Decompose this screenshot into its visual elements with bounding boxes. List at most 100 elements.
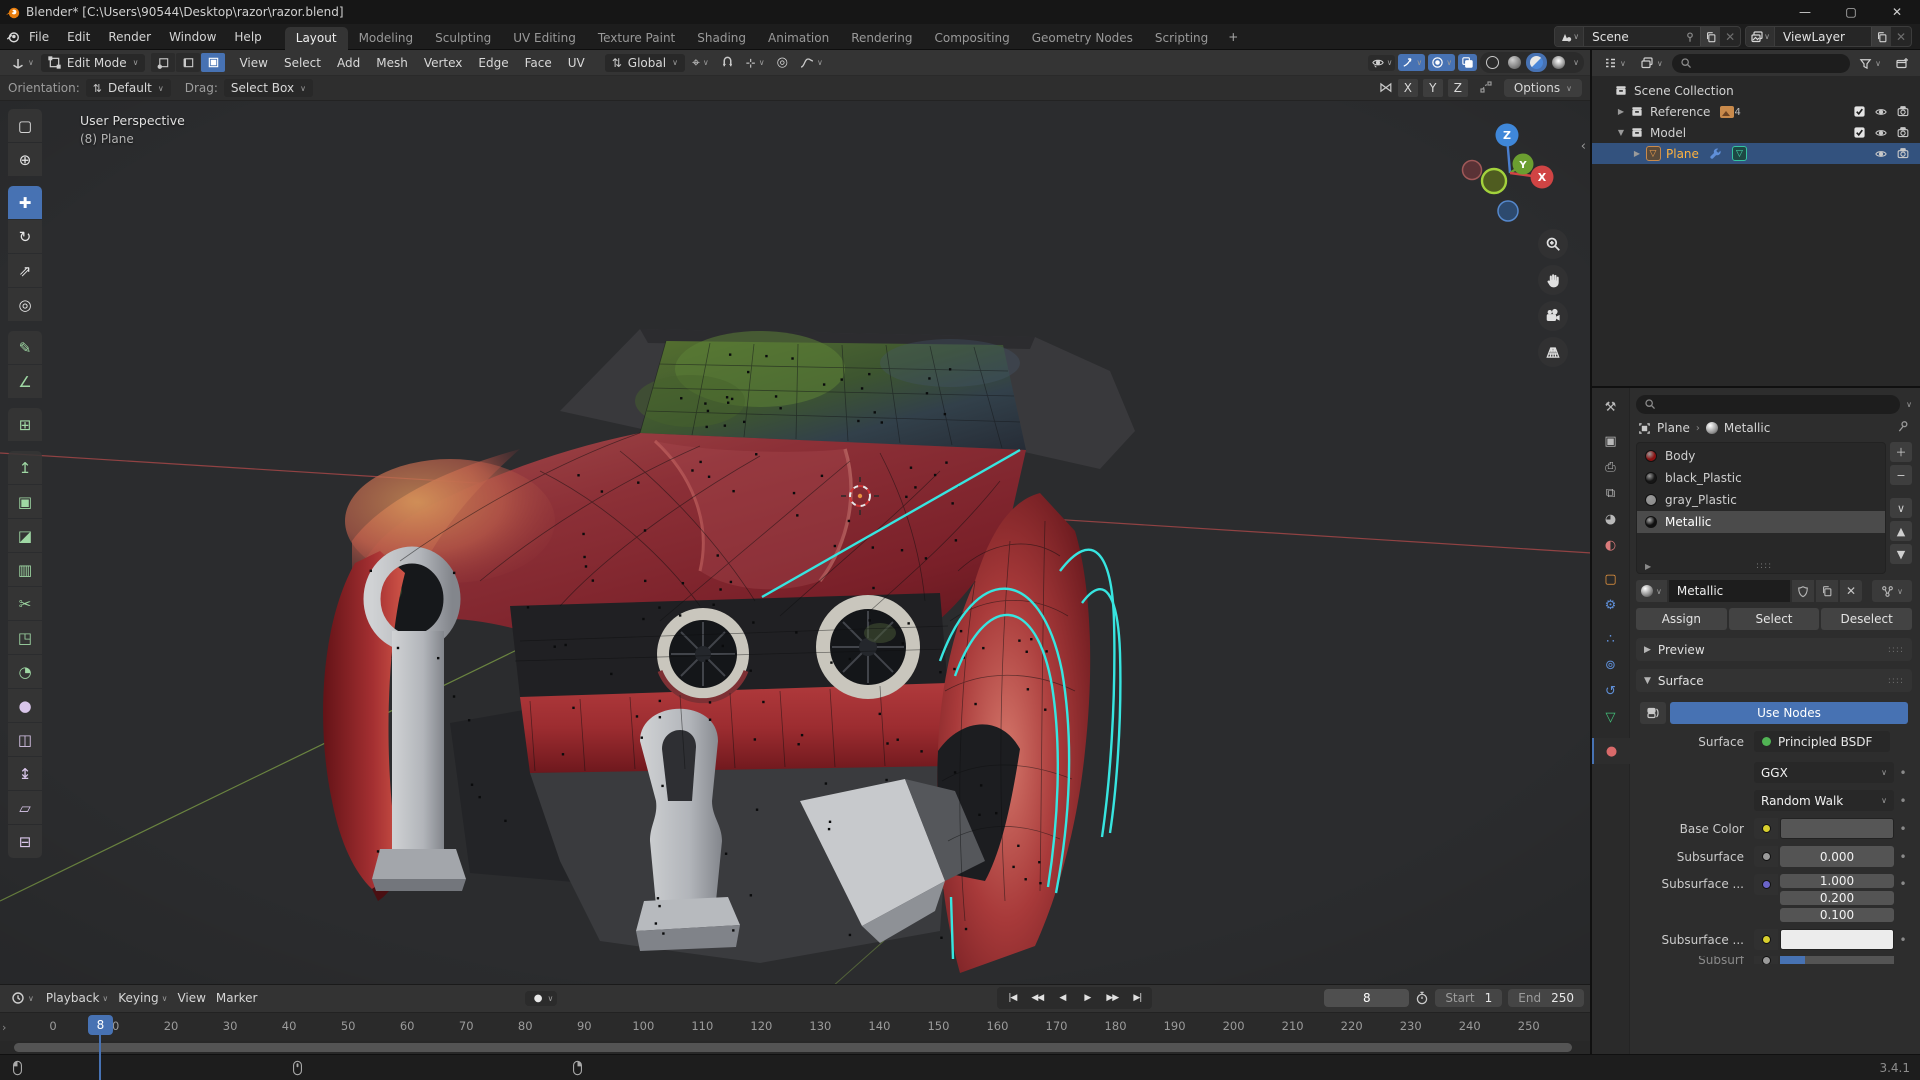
- material-slot-black_plastic[interactable]: black_Plastic: [1637, 467, 1885, 489]
- tool-shear[interactable]: ▱: [8, 791, 42, 824]
- camera-view-button[interactable]: [1538, 301, 1568, 331]
- tool-measure[interactable]: ∠: [8, 365, 42, 398]
- new-scene-button[interactable]: [1700, 27, 1720, 46]
- add-slot-button[interactable]: ＋: [1890, 442, 1912, 462]
- workspace-tab-scripting[interactable]: Scripting: [1144, 27, 1219, 50]
- workspace-tab-uv-editing[interactable]: UV Editing: [502, 27, 587, 50]
- timeline-scrollbar[interactable]: [0, 1041, 1590, 1054]
- check-toggle[interactable]: [1848, 105, 1870, 118]
- vector-slider[interactable]: 0.200: [1780, 891, 1894, 905]
- mirror-icon[interactable]: ⋈: [1379, 80, 1393, 96]
- viewport-menu-add[interactable]: Add: [329, 56, 368, 70]
- outliner-filter-button[interactable]: ∨: [1854, 55, 1886, 72]
- material-slot-gray_plastic[interactable]: gray_Plastic: [1637, 489, 1885, 511]
- eye-toggle[interactable]: [1870, 148, 1892, 160]
- new-collection-button[interactable]: [1890, 54, 1914, 72]
- expand-icon[interactable]: ▶: [1614, 107, 1628, 116]
- tool-annotate[interactable]: ✎: [8, 331, 42, 364]
- material-slot-body[interactable]: Body: [1637, 445, 1885, 467]
- socket-button[interactable]: [1754, 929, 1778, 950]
- outliner-row-plane[interactable]: ▶▽Plane▽: [1592, 143, 1920, 164]
- workspace-tab-rendering[interactable]: Rendering: [840, 27, 923, 50]
- orientation-setting-dropdown[interactable]: ⇅Default∨: [86, 79, 171, 97]
- eye-toggle[interactable]: [1870, 106, 1892, 118]
- viewport-canvas[interactable]: User Perspective (8) Plane ▢⊕✚↻⇗◎✎∠⊞↥▣◪▥…: [0, 101, 1590, 984]
- slot-move-down-button[interactable]: ▼: [1890, 544, 1912, 564]
- timeline-editor-type-button[interactable]: ∨: [6, 989, 39, 1007]
- prev-key-button[interactable]: ◀◀: [1025, 989, 1049, 1007]
- outliner-editor-type-button[interactable]: ∨: [1598, 54, 1631, 72]
- viewport-menu-vertex[interactable]: Vertex: [416, 56, 471, 70]
- viewport-menu-uv[interactable]: UV: [560, 56, 593, 70]
- tool-move[interactable]: ✚: [8, 186, 42, 219]
- animate-dot[interactable]: •: [1894, 822, 1912, 836]
- gizmo-axis-negz[interactable]: [1498, 201, 1518, 221]
- deselect-button[interactable]: Deselect: [1821, 608, 1912, 630]
- tool-knife[interactable]: ✂: [8, 587, 42, 620]
- eye-toggle[interactable]: [1870, 127, 1892, 139]
- edge-select-button[interactable]: [176, 53, 200, 72]
- keying-set-dropdown[interactable]: ∨: [547, 994, 553, 1003]
- new-viewlayer-button[interactable]: [1871, 27, 1891, 46]
- tool-shrink-fatten[interactable]: ↨: [8, 757, 42, 790]
- stopwatch-icon[interactable]: [1415, 991, 1429, 1005]
- viewport-menu-select[interactable]: Select: [276, 56, 329, 70]
- camera-toggle[interactable]: [1892, 105, 1914, 118]
- timeline-ruler[interactable]: › 8 010203040506070809010011012013014015…: [0, 1012, 1590, 1042]
- pin-scene-icon[interactable]: [1680, 27, 1700, 46]
- next-key-button[interactable]: ▶▶: [1100, 989, 1124, 1007]
- timeline-menu-view[interactable]: View: [172, 989, 210, 1007]
- tool-poly-build[interactable]: ◳: [8, 621, 42, 654]
- menu-window[interactable]: Window: [160, 24, 225, 50]
- frame-start-field[interactable]: Start1: [1435, 989, 1502, 1007]
- distribution-dropdown[interactable]: GGX∨: [1754, 762, 1894, 783]
- socket-button[interactable]: [1754, 818, 1778, 839]
- outliner-display-mode-button[interactable]: ∨: [1635, 54, 1668, 72]
- animate-dot[interactable]: •: [1894, 933, 1912, 947]
- workspace-tab-shading[interactable]: Shading: [686, 27, 757, 50]
- surface-panel-header[interactable]: ▼Surface::::: [1636, 669, 1912, 692]
- breadcrumb-material[interactable]: Metallic: [1724, 421, 1770, 435]
- camera-toggle[interactable]: [1892, 147, 1914, 160]
- scene-name[interactable]: Scene: [1584, 30, 1680, 44]
- properties-tab-physics[interactable]: ⊚: [1592, 652, 1630, 678]
- outliner-search-input[interactable]: [1672, 54, 1850, 73]
- properties-tab-tool[interactable]: ⚒: [1592, 394, 1630, 420]
- tool-transform[interactable]: ◎: [8, 288, 42, 321]
- material-name-field[interactable]: Metallic: [1669, 580, 1790, 602]
- minimize-button[interactable]: —: [1782, 0, 1828, 24]
- car-mesh[interactable]: [323, 329, 1135, 973]
- proportional-falloff-dropdown[interactable]: ∨: [795, 55, 828, 70]
- mirror-x-button[interactable]: X: [1398, 79, 1418, 97]
- tool-scale[interactable]: ⇗: [8, 254, 42, 287]
- properties-tab-modifiers[interactable]: ⚙: [1592, 592, 1630, 618]
- properties-tab-constraints[interactable]: ↺: [1592, 678, 1630, 704]
- current-frame-field[interactable]: 8: [1324, 989, 1409, 1007]
- scene-selector[interactable]: ∨ Scene ✕: [1554, 26, 1741, 47]
- auto-key-button[interactable]: ●: [529, 993, 548, 1004]
- tool-cursor[interactable]: ⊕: [8, 143, 42, 176]
- drag-setting-dropdown[interactable]: Select Box∨: [224, 79, 313, 97]
- tool-smooth[interactable]: ●: [8, 689, 42, 722]
- properties-tab-world[interactable]: ◐: [1592, 532, 1630, 558]
- properties-tab-object-data[interactable]: ▽: [1592, 704, 1630, 730]
- properties-search-input[interactable]: [1636, 395, 1900, 414]
- vertex-select-button[interactable]: [151, 53, 175, 72]
- zoom-view-button[interactable]: [1538, 229, 1568, 259]
- mirror-z-button[interactable]: Z: [1448, 79, 1468, 97]
- surface-shader-button[interactable]: Principled BSDF: [1754, 731, 1890, 752]
- timeline-menu-keying[interactable]: Keying∨: [113, 989, 172, 1007]
- timeline-expand-icon[interactable]: ›: [2, 1021, 6, 1034]
- properties-tab-scene[interactable]: ◕: [1592, 506, 1630, 532]
- breadcrumb-object[interactable]: Plane: [1657, 421, 1690, 435]
- viewport-menu-edge[interactable]: Edge: [470, 56, 516, 70]
- editor-type-button[interactable]: ∨: [6, 54, 39, 72]
- add-workspace-button[interactable]: +: [1219, 26, 1247, 48]
- tool-extrude-region[interactable]: ↥: [8, 451, 42, 484]
- value-slider[interactable]: 0.000: [1780, 846, 1894, 867]
- slot-specials-dropdown[interactable]: ∨: [1890, 498, 1912, 518]
- navigation-gizmo[interactable]: Z Y X: [1452, 115, 1562, 225]
- vector-slider[interactable]: 0.100: [1780, 908, 1894, 922]
- tool-edge-slide[interactable]: ◫: [8, 723, 42, 756]
- unlink-scene-button[interactable]: ✕: [1720, 27, 1740, 46]
